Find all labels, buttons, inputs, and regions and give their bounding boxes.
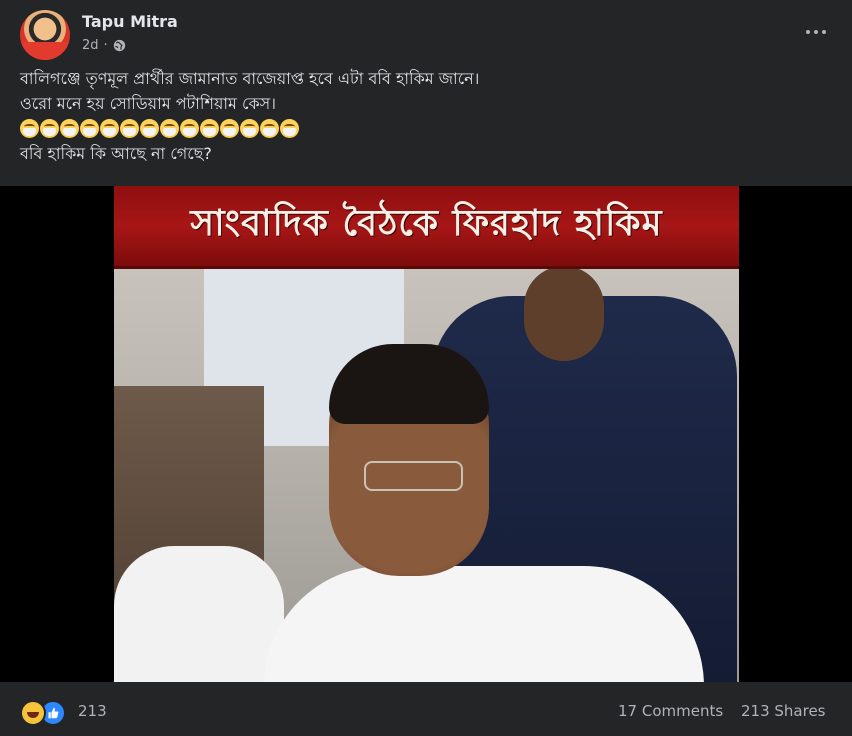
author-name[interactable]: Tapu Mitra <box>82 12 178 31</box>
background-person-left-shirt <box>114 546 284 682</box>
post-text: বালিগঞ্জে তৃণমূল প্রার্থীর জামানাত বাজেয… <box>20 66 830 166</box>
banner-text: সাংবাদিক বৈঠকে ফিরহাদ হাকিম <box>190 203 663 244</box>
speaker-glasses <box>364 461 463 491</box>
background-person-right-head <box>524 266 604 361</box>
face-with-medical-mask-emoji <box>120 119 139 138</box>
author-avatar[interactable] <box>20 10 70 60</box>
face-with-medical-mask-emoji <box>280 119 299 138</box>
reaction-icons[interactable] <box>20 700 66 726</box>
dot-icon <box>806 30 810 34</box>
globe-icon[interactable] <box>113 39 126 52</box>
face-with-medical-mask-emoji <box>220 119 239 138</box>
post-meta: 2d · <box>82 38 126 53</box>
face-with-medical-mask-emoji <box>200 119 219 138</box>
face-with-medical-mask-emoji <box>60 119 79 138</box>
news-banner: সাংবাদিক বৈঠকে ফিরহাদ হাকিম <box>114 186 739 269</box>
speaker-shirt <box>264 566 704 682</box>
face-with-medical-mask-emoji <box>20 119 39 138</box>
face-with-medical-mask-emoji <box>240 119 259 138</box>
face-with-medical-mask-emoji <box>80 119 99 138</box>
face-with-medical-mask-emoji <box>160 119 179 138</box>
reaction-count[interactable]: 213 <box>78 702 107 720</box>
face-with-medical-mask-emoji <box>40 119 59 138</box>
video-media[interactable]: সাংবাদিক বৈঠকে ফিরহাদ হাকিম <box>0 186 852 682</box>
post-line-3: ববি হাকিম কি আছে না গেছে? <box>20 144 212 163</box>
more-options-button[interactable] <box>798 18 834 46</box>
thumbs-up-icon <box>48 707 59 719</box>
dot-icon <box>814 30 818 34</box>
post-line-2: ওরো মনে হয় সোডিয়াম পটাশিয়াম কেস। <box>20 94 276 113</box>
face-with-medical-mask-emoji <box>180 119 199 138</box>
post-time[interactable]: 2d <box>82 38 99 53</box>
emoji-row <box>20 116 830 141</box>
post-line-1: বালিগঞ্জে তৃণমূল প্রার্থীর জামানাত বাজেয… <box>20 69 480 88</box>
video-frame[interactable]: সাংবাদিক বৈঠকে ফিরহাদ হাকিম <box>114 186 739 682</box>
post-header: Tapu Mitra 2d · <box>0 0 852 66</box>
post-footer: 213 17 Comments 213 Shares <box>0 682 852 736</box>
face-with-medical-mask-emoji <box>260 119 279 138</box>
shares-link[interactable]: 213 Shares <box>741 702 826 720</box>
comments-link[interactable]: 17 Comments <box>618 702 723 720</box>
face-with-medical-mask-emoji <box>100 119 119 138</box>
haha-icon <box>20 700 46 726</box>
dot-icon <box>822 30 826 34</box>
face-with-medical-mask-emoji <box>140 119 159 138</box>
